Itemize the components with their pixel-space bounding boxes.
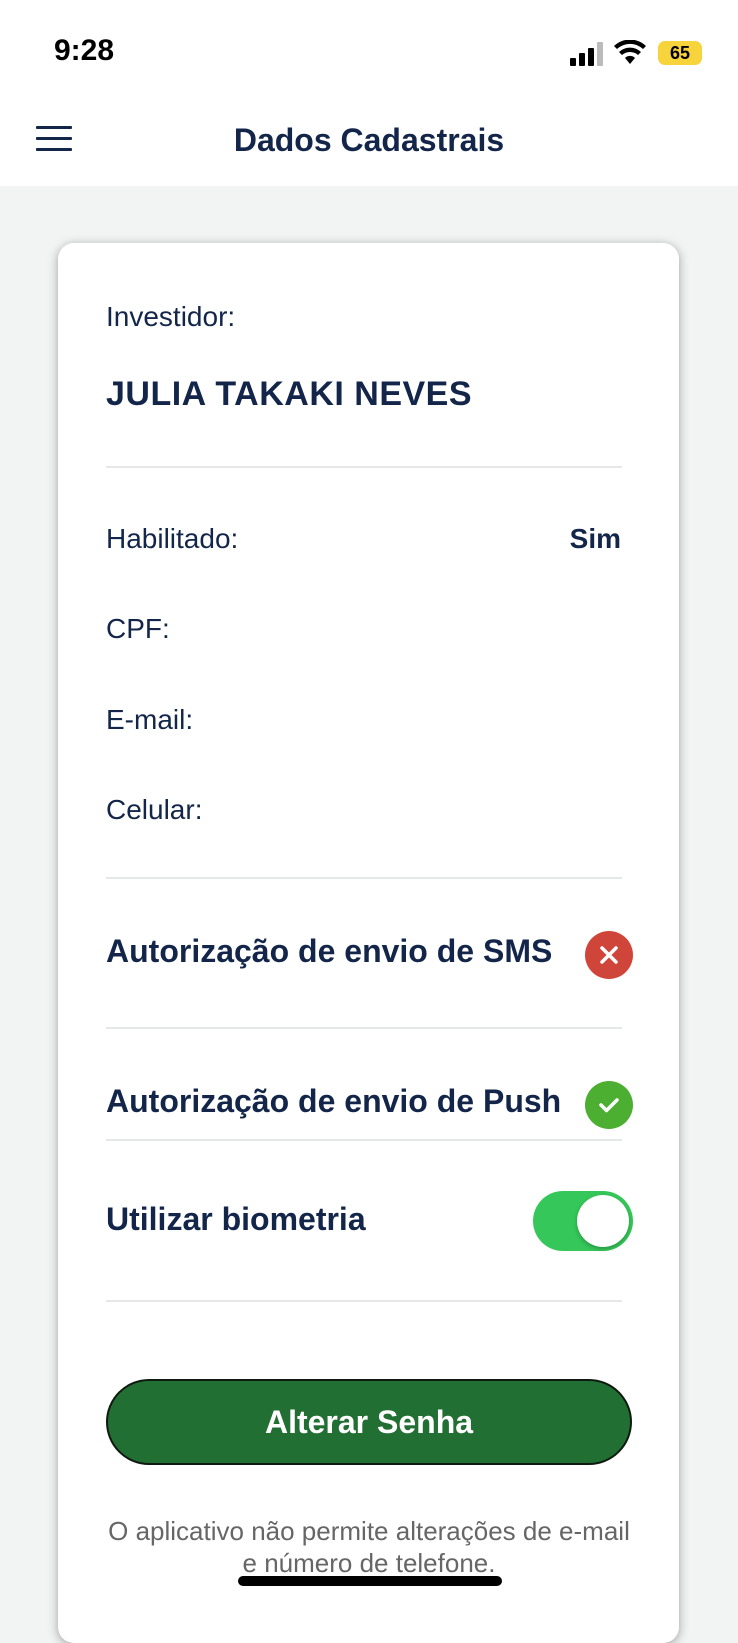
home-indicator[interactable] [238,1576,502,1586]
divider [106,877,622,879]
status-bar: 9:28 65 [0,0,738,104]
sms-authorization-label: Autorização de envio de SMS [106,933,553,969]
celular-label: Celular: [106,794,203,825]
habilitado-value: Sim [569,523,621,554]
battery-level: 65 [669,43,691,63]
divider [106,1139,622,1141]
divider [106,1027,622,1029]
email-label: E-mail: [106,704,194,735]
disclaimer-text: O aplicativo não permite alterações de e… [108,1516,630,1578]
battery-charging-icon: 65 [658,41,702,65]
toggle-knob [577,1195,629,1247]
navigation-bar: Dados Cadastrais [0,104,738,186]
divider [106,1300,622,1302]
signal-icon [570,42,603,66]
investor-label: Investidor: [106,301,236,332]
profile-card: Investidor: JULIA TAKAKI NEVES Habilitad… [58,243,679,1643]
biometrics-toggle[interactable] [533,1191,633,1251]
push-authorization-label: Autorização de envio de Push [106,1083,562,1119]
change-password-button[interactable]: Alterar Senha [106,1379,632,1465]
divider [106,466,622,468]
status-time: 9:28 [54,34,115,67]
cpf-label: CPF: [106,613,170,644]
biometrics-label: Utilizar biometria [106,1201,366,1237]
page-title: Dados Cadastrais [233,122,505,158]
investor-name: JULIA TAKAKI NEVES [106,375,473,413]
habilitado-label: Habilitado: [106,523,239,554]
sms-disabled-icon [585,931,633,979]
wifi-icon [614,40,646,64]
push-enabled-icon [585,1081,633,1129]
